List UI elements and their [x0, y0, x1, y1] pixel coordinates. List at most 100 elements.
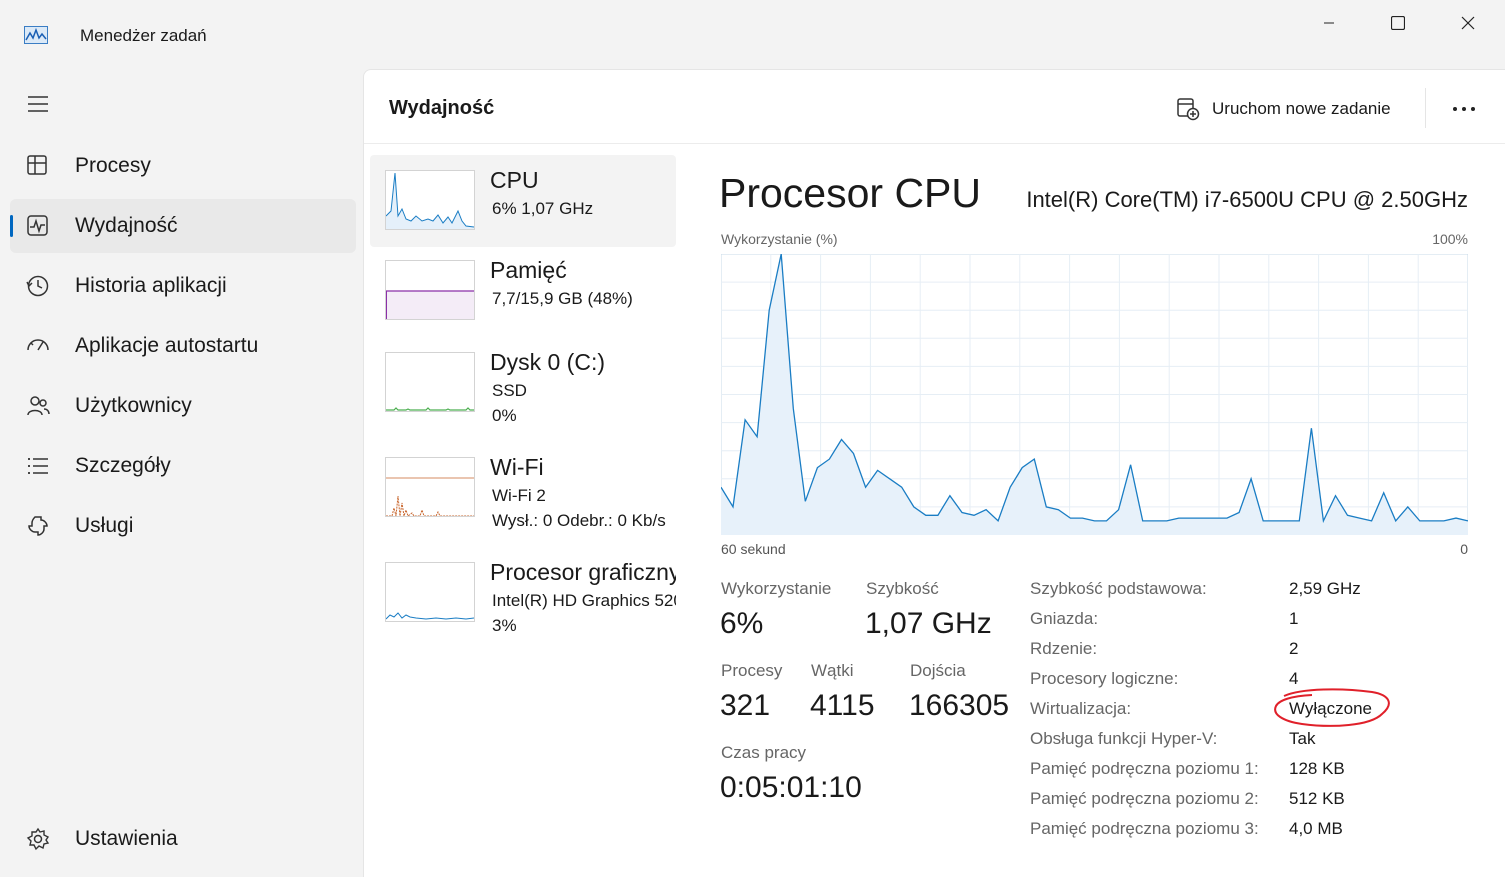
- device-name: Dysk 0 (C:): [490, 349, 605, 375]
- device-item-disk[interactable]: Dysk 0 (C:) SSD 0%: [370, 337, 676, 429]
- cpu-usage-chart: [721, 254, 1468, 535]
- info-key: Pamięć podręczna poziomu 3:: [1030, 819, 1259, 838]
- cpu-thumbnail: [385, 170, 475, 230]
- sidebar-item-details[interactable]: Szczegóły: [10, 439, 356, 493]
- gear-icon: [26, 827, 50, 851]
- red-annotation-circle: [1274, 688, 1390, 727]
- device-line2: 0%: [492, 406, 517, 425]
- more-options-button[interactable]: [1449, 94, 1479, 124]
- usage-value: 6%: [720, 607, 764, 640]
- device-line1: Wi-Fi 2: [492, 486, 546, 505]
- startup-icon: [27, 339, 49, 351]
- window-title: Menedżer zadań: [80, 26, 207, 45]
- sidebar-item-users[interactable]: Użytkownicy: [10, 379, 356, 433]
- minimize-button[interactable]: [1306, 8, 1352, 38]
- active-indicator: [10, 215, 13, 237]
- handles-label: Dojścia: [910, 661, 966, 680]
- users-icon: [27, 396, 50, 416]
- performance-icon: [27, 215, 48, 236]
- uptime-label: Czas pracy: [721, 743, 807, 762]
- sidebar-item-services[interactable]: Usługi: [10, 499, 356, 553]
- sidebar-item-processes[interactable]: Procesy: [10, 139, 356, 193]
- device-name: Pamięć: [490, 257, 567, 283]
- sidebar-item-label: Użytkownicy: [75, 394, 192, 417]
- threads-value: 4115: [810, 689, 875, 722]
- detail-title: Procesor CPU: [719, 170, 982, 216]
- chart-y-axis-label: Wykorzystanie (%): [721, 231, 838, 247]
- main-panel: Wydajność Uruchom nowe zadanie CPU 6% 1,…: [363, 69, 1505, 877]
- run-new-task-label: Uruchom nowe zadanie: [1212, 99, 1391, 118]
- sidebar-item-label: Aplikacje autostartu: [75, 334, 259, 357]
- info-key: Szybkość podstawowa:: [1030, 579, 1207, 598]
- usage-label: Wykorzystanie: [721, 579, 832, 598]
- task-manager-app-icon: [24, 26, 48, 44]
- info-key: Pamięć podręczna poziomu 1:: [1030, 759, 1259, 778]
- page-title: Wydajność: [389, 97, 495, 119]
- processes-label: Procesy: [721, 661, 783, 680]
- sidebar-item-startup-apps[interactable]: Aplikacje autostartu: [10, 319, 356, 373]
- device-line1: 7,7/15,9 GB (48%): [492, 289, 633, 308]
- chart-y-axis-max: 100%: [1432, 231, 1468, 247]
- sidebar-item-label: Usługi: [75, 514, 134, 537]
- hamburger-menu-icon[interactable]: [26, 92, 50, 116]
- device-line1: Intel(R) HD Graphics 520: [492, 591, 676, 610]
- info-key: Gniazda:: [1030, 609, 1099, 628]
- services-icon: [28, 516, 48, 536]
- info-value: 512 KB: [1289, 789, 1345, 808]
- gpu-thumbnail: [385, 562, 475, 622]
- maximize-button[interactable]: [1375, 8, 1421, 38]
- info-value: 2: [1289, 639, 1299, 658]
- device-item-cpu[interactable]: CPU 6% 1,07 GHz: [370, 155, 676, 247]
- device-line2: 3%: [492, 616, 517, 635]
- device-name: CPU: [490, 167, 539, 193]
- info-value: 2,59 GHz: [1289, 579, 1361, 598]
- run-new-task-button[interactable]: Uruchom nowe zadanie: [1176, 94, 1391, 124]
- threads-label: Wątki: [811, 661, 854, 680]
- device-item-memory[interactable]: Pamięć 7,7/15,9 GB (48%): [370, 245, 676, 337]
- new-task-icon: [1177, 98, 1200, 121]
- device-item-wifi[interactable]: Wi-Fi Wi-Fi 2 Wysł.: 0 Odebr.: 0 Kb/s: [370, 442, 676, 534]
- header-divider: [1425, 88, 1426, 128]
- device-name: Wi-Fi: [490, 454, 544, 480]
- details-icon: [28, 458, 48, 474]
- info-key: Procesory logiczne:: [1030, 669, 1179, 688]
- speed-label: Szybkość: [866, 579, 939, 598]
- history-icon: [26, 275, 49, 297]
- sidebar-item-settings[interactable]: Ustawienia: [10, 812, 356, 866]
- chart-time-end: 0: [1460, 541, 1468, 557]
- close-button[interactable]: [1445, 8, 1491, 38]
- title-bar: Menedżer zadań: [0, 0, 1505, 70]
- info-key: Pamięć podręczna poziomu 2:: [1030, 789, 1259, 808]
- info-key: Obsługa funkcji Hyper-V:: [1030, 729, 1218, 748]
- processes-value: 321: [720, 689, 771, 722]
- device-name: Procesor graficzny: [490, 559, 676, 585]
- sidebar-item-label: Historia aplikacji: [75, 274, 227, 297]
- info-value: 4,0 MB: [1289, 819, 1343, 838]
- chart-time-span: 60 sekund: [721, 541, 786, 557]
- device-item-gpu[interactable]: Procesor graficzny Intel(R) HD Graphics …: [370, 547, 676, 639]
- processes-icon: [27, 155, 47, 175]
- sidebar-item-performance[interactable]: Wydajność: [10, 199, 356, 253]
- sidebar-item-label: Wydajność: [75, 214, 178, 237]
- more-icon: [1453, 107, 1475, 111]
- info-key: Rdzenie:: [1030, 639, 1098, 658]
- header-divider-line: [364, 143, 1505, 144]
- device-line1: 6% 1,07 GHz: [492, 199, 594, 218]
- info-key: Wirtualizacja:: [1030, 699, 1132, 718]
- handles-value: 166305: [909, 689, 1010, 722]
- info-value: 1: [1289, 609, 1299, 628]
- info-value: Tak: [1289, 729, 1316, 748]
- cpu-model-name: Intel(R) Core(TM) i7-6500U CPU @ 2.50GHz: [1026, 187, 1468, 212]
- sidebar-item-label: Ustawienia: [75, 827, 178, 850]
- info-value: 128 KB: [1289, 759, 1345, 778]
- device-line1: SSD: [492, 381, 527, 400]
- memory-thumbnail: [385, 260, 475, 320]
- uptime-value: 0:05:01:10: [720, 771, 862, 804]
- wifi-thumbnail: [385, 457, 475, 517]
- speed-value: 1,07 GHz: [865, 607, 992, 640]
- sidebar-item-app-history[interactable]: Historia aplikacji: [10, 259, 356, 313]
- sidebar-item-label: Szczegóły: [75, 454, 171, 477]
- disk-thumbnail: [385, 352, 475, 412]
- sidebar-item-label: Procesy: [75, 154, 151, 177]
- device-line2: Wysł.: 0 Odebr.: 0 Kb/s: [492, 511, 666, 530]
